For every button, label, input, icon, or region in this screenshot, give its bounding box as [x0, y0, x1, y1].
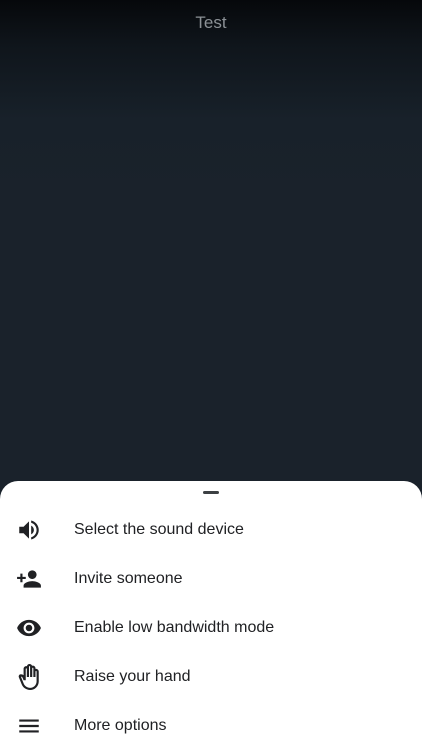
eye-icon — [16, 615, 42, 641]
menu-item-sound-device[interactable]: Select the sound device — [0, 505, 422, 554]
call-title: Test — [195, 13, 227, 32]
person-add-icon — [16, 566, 42, 592]
menu-icon — [16, 713, 42, 739]
menu-item-more-options[interactable]: More options — [0, 701, 422, 750]
menu-item-label: Raise your hand — [74, 667, 191, 685]
menu-item-label: Invite someone — [74, 569, 183, 587]
bottom-sheet: Select the sound device Invite someone E… — [0, 481, 422, 750]
menu-item-invite[interactable]: Invite someone — [0, 554, 422, 603]
sheet-drag-handle[interactable] — [203, 491, 219, 494]
options-menu: Select the sound device Invite someone E… — [0, 505, 422, 750]
hand-icon — [16, 663, 42, 690]
menu-item-raise-hand[interactable]: Raise your hand — [0, 652, 422, 701]
volume-icon — [16, 517, 42, 543]
menu-item-low-bandwidth[interactable]: Enable low bandwidth mode — [0, 603, 422, 652]
menu-item-label: Enable low bandwidth mode — [74, 618, 275, 636]
call-view: Test — [0, 0, 422, 500]
menu-item-label: More options — [74, 716, 167, 734]
menu-item-label: Select the sound device — [74, 520, 244, 538]
